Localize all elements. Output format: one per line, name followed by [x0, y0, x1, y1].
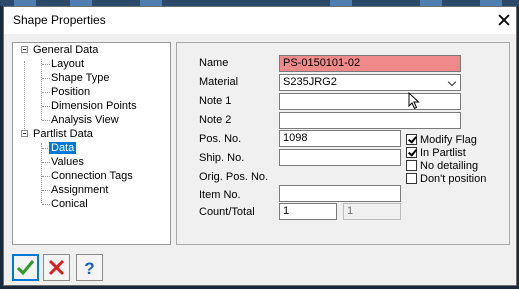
pos-no-field[interactable]: 1098	[279, 130, 401, 147]
tree-item-analysis-view[interactable]: Analysis View	[51, 113, 119, 127]
tree-connector	[42, 162, 50, 163]
tree-item-dimension-points[interactable]: Dimension Points	[51, 99, 137, 113]
tree-connector	[42, 120, 50, 121]
count-total-label: Count/Total	[199, 206, 255, 218]
in-partlist-label: In Partlist	[420, 147, 466, 159]
tree-item-connection-tags[interactable]: Connection Tags	[51, 169, 133, 183]
cancel-x-icon	[48, 259, 65, 276]
tree-connector	[42, 106, 50, 107]
tree-item-values[interactable]: Values	[51, 155, 84, 169]
no-detailing-label: No detailing	[420, 160, 479, 172]
in-partlist-checkbox[interactable]: In Partlist	[406, 147, 466, 160]
note2-label: Note 2	[199, 114, 232, 126]
name-label: Name	[199, 57, 229, 69]
material-value: S235JRG2	[283, 76, 337, 88]
tree-item-position[interactable]: Position	[51, 85, 90, 99]
properties-panel: Name PS-0150101-02 Material S235JRG2 Not…	[176, 42, 510, 245]
material-label: Material	[199, 76, 239, 88]
tree-connector	[42, 64, 50, 65]
tree-group-partlist-data[interactable]: Partlist Data	[33, 127, 93, 141]
ship-no-field[interactable]	[279, 149, 401, 166]
help-button[interactable]: ?	[76, 254, 103, 281]
note1-label: Note 1	[199, 95, 232, 107]
checkmark-icon	[16, 260, 35, 276]
tree-group-general-data[interactable]: General Data	[33, 43, 98, 57]
title-bar: Shape Properties	[4, 7, 516, 34]
tree-connector	[24, 61, 25, 131]
dont-position-label: Don't position	[420, 173, 487, 185]
tree-connector	[42, 92, 50, 93]
close-icon[interactable]	[498, 14, 509, 25]
tree-item-shape-type[interactable]: Shape Type	[51, 71, 110, 85]
total-field: 1	[343, 203, 401, 220]
category-tree[interactable]: General Data Layout Shape Type Position …	[12, 42, 171, 245]
name-field[interactable]: PS-0150101-02	[279, 55, 461, 72]
tree-connector	[42, 78, 50, 79]
pos-no-label: Pos. No.	[199, 133, 242, 145]
chevron-down-icon	[447, 77, 457, 87]
tree-connector	[42, 204, 50, 205]
tree-item-assignment[interactable]: Assignment	[51, 183, 108, 197]
tree-connector	[41, 143, 42, 203]
modify-flag-label: Modify Flag	[420, 134, 477, 146]
tree-item-conical[interactable]: Conical	[51, 197, 88, 211]
ship-no-label: Ship. No.	[199, 152, 245, 164]
ok-button[interactable]	[12, 254, 39, 281]
checkbox-unchecked-icon	[406, 160, 417, 171]
mouse-pointer-icon	[408, 92, 420, 110]
dont-position-checkbox[interactable]: Don't position	[406, 173, 486, 186]
note2-field[interactable]	[279, 112, 461, 129]
item-no-label: Item No.	[199, 189, 241, 201]
material-dropdown[interactable]: S235JRG2	[279, 74, 461, 91]
tree-item-data-label: Data	[49, 142, 77, 154]
collapse-icon[interactable]	[21, 130, 28, 137]
note1-field[interactable]	[279, 93, 461, 110]
shape-properties-dialog: Shape Properties General Data Layout Sha…	[3, 6, 517, 286]
tree-connector	[42, 176, 50, 177]
count-field[interactable]: 1	[279, 203, 337, 220]
tree-connector	[41, 59, 42, 120]
window-title: Shape Properties	[13, 13, 106, 27]
tree-connector	[42, 190, 50, 191]
svg-text:?: ?	[84, 259, 94, 277]
checkbox-checked-icon	[406, 134, 417, 145]
tree-item-data[interactable]: Data	[49, 141, 77, 155]
collapse-icon[interactable]	[21, 46, 28, 53]
checkbox-checked-icon	[406, 147, 417, 158]
orig-pos-no-label: Orig. Pos. No.	[199, 171, 269, 183]
checkbox-unchecked-icon	[406, 173, 417, 184]
tree-item-layout[interactable]: Layout	[51, 57, 84, 71]
cancel-button[interactable]	[43, 254, 70, 281]
help-question-icon: ?	[84, 259, 94, 277]
modify-flag-checkbox[interactable]: Modify Flag	[406, 134, 477, 147]
item-no-field[interactable]	[279, 185, 401, 202]
no-detailing-checkbox[interactable]: No detailing	[406, 160, 478, 173]
